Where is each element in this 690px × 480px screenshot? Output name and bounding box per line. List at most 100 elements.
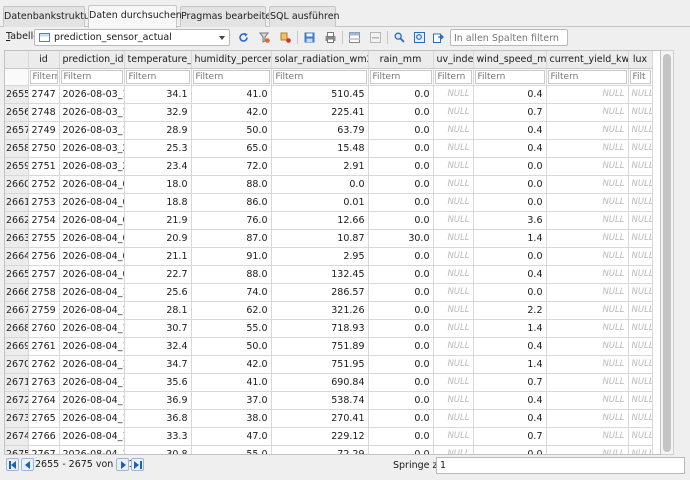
cell-humidity-percent[interactable]: 38.0 bbox=[191, 409, 272, 428]
filter-input-wind-speed-ms[interactable] bbox=[474, 69, 545, 84]
cell-id[interactable]: 2761 bbox=[28, 337, 60, 356]
refresh-button[interactable] bbox=[235, 29, 252, 46]
cell-wind-speed-ms[interactable]: 0.7 bbox=[473, 427, 547, 446]
cell-solar-radiation-wm2[interactable]: 510.45 bbox=[271, 85, 369, 104]
cell-prediction-id[interactable]: 2026-08-04_14 bbox=[59, 355, 125, 374]
cell-rain-mm[interactable]: 0.0 bbox=[368, 265, 434, 284]
cell-lux[interactable]: NULL bbox=[628, 265, 653, 284]
cell-uv-index[interactable]: NULL bbox=[433, 391, 474, 410]
cell-humidity-percent[interactable]: 65.0 bbox=[191, 139, 272, 158]
cell-id[interactable]: 2752 bbox=[28, 175, 60, 194]
export-button[interactable] bbox=[430, 29, 447, 46]
cell-uv-index[interactable]: NULL bbox=[433, 355, 474, 374]
cell-rain-mm[interactable]: 0.0 bbox=[368, 121, 434, 140]
cell-uv-index[interactable]: NULL bbox=[433, 103, 474, 122]
cell-id[interactable]: 2757 bbox=[28, 265, 60, 284]
cell-lux[interactable]: NULL bbox=[628, 175, 653, 194]
cell-rain-mm[interactable]: 0.0 bbox=[368, 355, 434, 374]
cell-current-yield-kwh[interactable]: NULL bbox=[546, 301, 629, 320]
cell-temperature-c[interactable]: 36.9 bbox=[124, 391, 192, 410]
row-number[interactable]: 2673 bbox=[5, 409, 29, 428]
cell-lux[interactable]: NULL bbox=[628, 283, 653, 302]
cell-rain-mm[interactable]: 0.0 bbox=[368, 103, 434, 122]
cell-current-yield-kwh[interactable]: NULL bbox=[546, 319, 629, 338]
cell-temperature-c[interactable]: 25.3 bbox=[124, 139, 192, 158]
cell-id[interactable]: 2762 bbox=[28, 355, 60, 374]
cell-wind-speed-ms[interactable]: 3.6 bbox=[473, 211, 547, 230]
cell-prediction-id[interactable]: 2026-08-04_11 bbox=[59, 301, 125, 320]
cell-solar-radiation-wm2[interactable]: 751.95 bbox=[271, 355, 369, 374]
table-row[interactable]: 266627582026-08-04_1025.674.0286.570.0NU… bbox=[5, 283, 653, 302]
cell-id[interactable]: 2748 bbox=[28, 103, 60, 122]
cell-prediction-id[interactable]: 2026-08-03_19 bbox=[59, 121, 125, 140]
cell-uv-index[interactable]: NULL bbox=[433, 319, 474, 338]
filter-input-current-yield-kwh[interactable] bbox=[547, 69, 627, 84]
cell-lux[interactable]: NULL bbox=[628, 193, 653, 212]
filter-input-uv-index[interactable] bbox=[434, 69, 472, 84]
filter-input-humidity-percent[interactable] bbox=[192, 69, 270, 84]
cell-humidity-percent[interactable]: 41.0 bbox=[191, 373, 272, 392]
cell-solar-radiation-wm2[interactable]: 225.41 bbox=[271, 103, 369, 122]
filter-input-temperature-c[interactable] bbox=[125, 69, 190, 84]
row-number[interactable]: 2661 bbox=[5, 193, 29, 212]
table-row[interactable]: 266127532026-08-04_0518.886.00.010.0NULL… bbox=[5, 193, 653, 212]
cell-rain-mm[interactable]: 0.0 bbox=[368, 211, 434, 230]
table-row[interactable]: 265927512026-08-03_2123.472.02.910.0NULL… bbox=[5, 157, 653, 176]
cell-current-yield-kwh[interactable]: NULL bbox=[546, 355, 629, 374]
cell-rain-mm[interactable]: 0.0 bbox=[368, 247, 434, 266]
cell-humidity-percent[interactable]: 50.0 bbox=[191, 337, 272, 356]
cell-id[interactable]: 2765 bbox=[28, 409, 60, 428]
cell-humidity-percent[interactable]: 87.0 bbox=[191, 229, 272, 248]
cell-prediction-id[interactable]: 2026-08-03_20 bbox=[59, 139, 125, 158]
find-button[interactable] bbox=[391, 29, 408, 46]
cell-wind-speed-ms[interactable]: 0.7 bbox=[473, 103, 547, 122]
cell-temperature-c[interactable]: 18.0 bbox=[124, 175, 192, 194]
cell-rain-mm[interactable]: 0.0 bbox=[368, 319, 434, 338]
cell-humidity-percent[interactable]: 76.0 bbox=[191, 211, 272, 230]
cell-wind-speed-ms[interactable]: 0.0 bbox=[473, 247, 547, 266]
cell-solar-radiation-wm2[interactable]: 10.87 bbox=[271, 229, 369, 248]
last-page-button[interactable] bbox=[131, 458, 144, 471]
cell-lux[interactable]: NULL bbox=[628, 85, 653, 104]
cell-humidity-percent[interactable]: 88.0 bbox=[191, 265, 272, 284]
previous-page-button[interactable] bbox=[21, 458, 34, 471]
cell-prediction-id[interactable]: 2026-08-04_17 bbox=[59, 409, 125, 428]
cell-wind-speed-ms[interactable]: 1.4 bbox=[473, 355, 547, 374]
next-page-button[interactable] bbox=[116, 458, 129, 471]
cell-lux[interactable]: NULL bbox=[628, 103, 653, 122]
cell-lux[interactable]: NULL bbox=[628, 373, 653, 392]
cell-humidity-percent[interactable]: 42.0 bbox=[191, 103, 272, 122]
cell-current-yield-kwh[interactable]: NULL bbox=[546, 175, 629, 194]
cell-solar-radiation-wm2[interactable]: 321.26 bbox=[271, 301, 369, 320]
find-replace-button[interactable] bbox=[411, 29, 428, 46]
cell-solar-radiation-wm2[interactable]: 15.48 bbox=[271, 139, 369, 158]
cell-humidity-percent[interactable]: 72.0 bbox=[191, 157, 272, 176]
cell-lux[interactable]: NULL bbox=[628, 121, 653, 140]
row-number[interactable]: 2671 bbox=[5, 373, 29, 392]
tab-browse-data[interactable]: Daten durchsuchen bbox=[88, 5, 182, 28]
cell-wind-speed-ms[interactable]: 0.4 bbox=[473, 409, 547, 428]
cell-id[interactable]: 2754 bbox=[28, 211, 60, 230]
column-header-uv-index[interactable]: uv_index bbox=[433, 51, 474, 69]
cell-prediction-id[interactable]: 2026-08-04_10 bbox=[59, 283, 125, 302]
cell-id[interactable]: 2751 bbox=[28, 157, 60, 176]
cell-temperature-c[interactable]: 32.4 bbox=[124, 337, 192, 356]
cell-id[interactable]: 2759 bbox=[28, 301, 60, 320]
row-number[interactable]: 2674 bbox=[5, 427, 29, 446]
column-header-wind-speed-ms[interactable]: wind_speed_ms bbox=[473, 51, 547, 69]
cell-humidity-percent[interactable]: 55.0 bbox=[191, 319, 272, 338]
first-page-button[interactable] bbox=[6, 458, 19, 471]
cell-lux[interactable]: NULL bbox=[628, 355, 653, 374]
cell-temperature-c[interactable]: 28.9 bbox=[124, 121, 192, 140]
cell-current-yield-kwh[interactable]: NULL bbox=[546, 247, 629, 266]
cell-rain-mm[interactable]: 0.0 bbox=[368, 157, 434, 176]
cell-current-yield-kwh[interactable]: NULL bbox=[546, 445, 629, 454]
cell-uv-index[interactable]: NULL bbox=[433, 283, 474, 302]
cell-id[interactable]: 2767 bbox=[28, 445, 60, 454]
filter-all-columns-input[interactable] bbox=[450, 29, 568, 46]
goto-input[interactable]: 1 bbox=[436, 457, 685, 474]
cell-uv-index[interactable]: NULL bbox=[433, 121, 474, 140]
row-number[interactable]: 2672 bbox=[5, 391, 29, 410]
table-row[interactable]: 267427662026-08-04_1833.347.0229.120.0NU… bbox=[5, 427, 653, 446]
cell-uv-index[interactable]: NULL bbox=[433, 175, 474, 194]
